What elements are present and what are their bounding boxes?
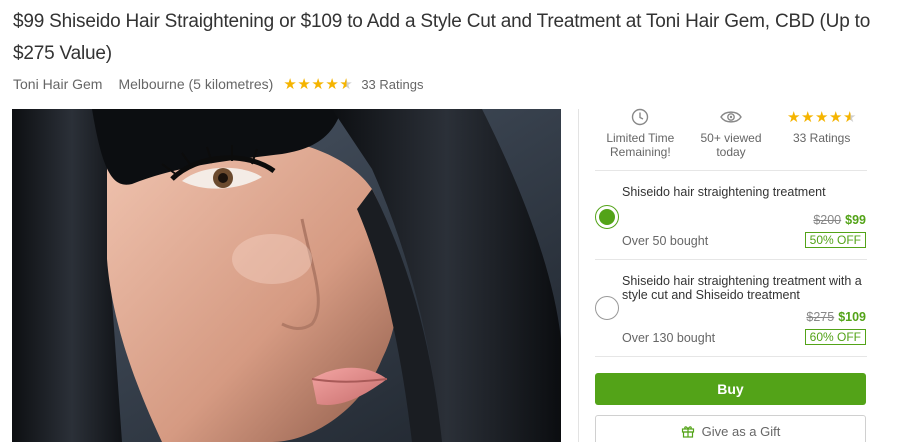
deal-option[interactable]: Shiseido hair straightening treatment wi…: [595, 259, 867, 357]
feature-text-line2: Remaining!: [609, 145, 671, 159]
option-original-price: $200: [813, 213, 842, 227]
hero-illustration: [12, 109, 561, 442]
feature-text-line1: Limited Time: [606, 131, 675, 145]
half-star-icon: ★: [339, 75, 353, 93]
eye-icon: [720, 107, 742, 127]
star-icon: ★: [800, 108, 815, 126]
rating-stars: ★ ★ ★ ★ ★: [283, 77, 353, 92]
discount-badge: 60% OFF: [804, 329, 866, 345]
option-bought-count: Over 50 bought: [622, 234, 709, 248]
option-sale-price: $109: [838, 310, 866, 324]
star-icon: ★: [814, 108, 829, 126]
discount-badge: 50% OFF: [804, 232, 866, 248]
star-icon: ★: [786, 108, 801, 126]
give-as-gift-button[interactable]: Give as a Gift: [595, 415, 866, 442]
deal-features: Limited Time Remaining! 50+ viewed today…: [595, 107, 867, 169]
half-star-icon: ★: [842, 108, 857, 126]
deal-meta: Toni Hair Gem Melbourne (5 kilometres) ★…: [13, 74, 423, 94]
deal-hero-image: [12, 109, 561, 442]
feature-limited-time: Limited Time Remaining!: [595, 107, 686, 169]
buy-button[interactable]: Buy: [595, 373, 866, 405]
feature-text-line2: today: [716, 145, 746, 159]
star-icon: ★: [297, 75, 311, 93]
deal-options: Shiseido hair straightening treatment $2…: [595, 170, 867, 357]
option-sale-price: $99: [845, 213, 866, 227]
gift-icon: [681, 424, 695, 438]
feature-ratings: ★ ★ ★ ★ ★ 33 Ratings: [776, 107, 867, 169]
rating-count[interactable]: 33 Ratings: [361, 77, 423, 92]
option-original-price: $275: [806, 310, 835, 324]
deal-title: $99 Shiseido Hair Straightening or $109 …: [13, 11, 871, 64]
stars-icon: ★ ★ ★ ★ ★: [787, 107, 857, 127]
star-icon: ★: [828, 108, 843, 126]
star-icon: ★: [325, 75, 339, 93]
merchant-name[interactable]: Toni Hair Gem: [13, 76, 102, 92]
option-price: $200 $99: [813, 213, 866, 227]
star-icon: ★: [311, 75, 325, 93]
deal-option[interactable]: Shiseido hair straightening treatment $2…: [595, 170, 867, 259]
feature-views: 50+ viewed today: [686, 107, 777, 169]
feature-text-line1: 50+ viewed: [700, 131, 762, 145]
feature-rating-count[interactable]: 33 Ratings: [793, 131, 850, 145]
deal-location[interactable]: Melbourne (5 kilometres): [118, 76, 273, 92]
option-name: Shiseido hair straightening treatment wi…: [622, 274, 862, 302]
option-radio-selected[interactable]: [595, 205, 619, 229]
option-name: Shiseido hair straightening treatment: [622, 185, 826, 199]
clock-icon: [631, 107, 649, 127]
option-bought-count: Over 130 bought: [622, 331, 716, 345]
gift-label: Give as a Gift: [701, 423, 781, 439]
sidebar-divider: [578, 109, 579, 442]
option-radio[interactable]: [595, 296, 619, 320]
option-price: $275 $109: [806, 310, 866, 324]
star-icon: ★: [283, 75, 297, 93]
